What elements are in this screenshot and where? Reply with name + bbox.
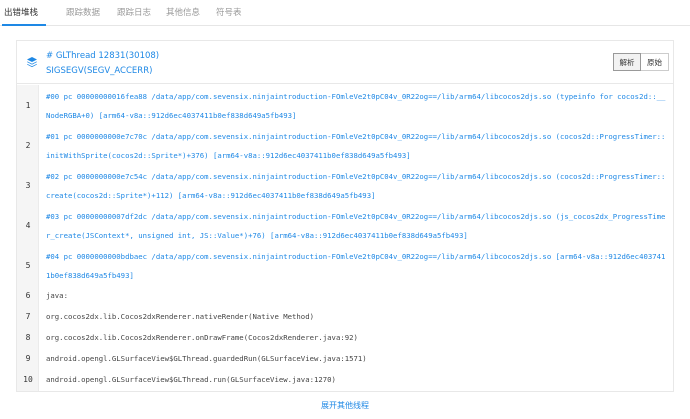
line-number: 5 [25, 260, 31, 270]
line-number: 2 [25, 140, 31, 150]
layers-icon [27, 57, 37, 68]
stack-frame-text: java: [46, 291, 68, 300]
stack-frame-text: #02 pc 0000000000e7c54c /data/app/com.se… [46, 172, 666, 200]
stack-frame-text: org.cocos2dx.lib.Cocos2dxRenderer.native… [46, 312, 314, 321]
stack-frame-text: org.cocos2dx.lib.Cocos2dxRenderer.onDraw… [46, 333, 358, 342]
tab-stack[interactable]: 出错堆栈 [4, 6, 38, 18]
raw-button[interactable]: 原始 [641, 53, 669, 71]
line-number: 8 [25, 333, 31, 342]
line-number: 9 [25, 354, 31, 363]
stack-frame-text: android.opengl.GLSurfaceView$GLThread.ru… [46, 375, 336, 384]
thread-header: # GLThread 12831(30108) SIGSEGV(SEGV_ACC… [17, 41, 673, 84]
active-tab-indicator [2, 24, 46, 26]
stack-frame-text: #01 pc 0000000000e7c70c /data/app/com.se… [46, 132, 666, 160]
tab-other-info[interactable]: 其他信息 [166, 6, 200, 18]
line-number: 7 [25, 312, 31, 321]
thread-panel: # GLThread 12831(30108) SIGSEGV(SEGV_ACC… [16, 40, 674, 392]
signal-label: SIGSEGV(SEGV_ACCERR) [46, 66, 153, 76]
line-number: 4 [25, 220, 31, 230]
expand-threads-link[interactable]: 展开其他线程 [0, 400, 690, 411]
stack-frame-text: android.opengl.GLSurfaceView$GLThread.gu… [46, 354, 367, 363]
tab-bar: 出错堆栈 跟踪数据 跟踪日志 其他信息 符号表 [0, 0, 690, 26]
parse-button[interactable]: 解析 [613, 53, 641, 71]
tab-trace-data[interactable]: 跟踪数据 [66, 6, 100, 18]
line-number: 1 [25, 100, 31, 110]
thread-title: # GLThread 12831(30108) [46, 51, 160, 61]
line-number: 6 [25, 291, 31, 300]
line-number: 3 [25, 180, 31, 190]
line-number: 10 [23, 375, 33, 384]
stack-frame-text: #03 pc 00000000007df2dc /data/app/com.se… [46, 212, 666, 240]
tab-symbols[interactable]: 符号表 [216, 6, 242, 18]
tab-trace-log[interactable]: 跟踪日志 [117, 6, 151, 18]
view-mode-toggle: 解析 原始 [613, 53, 669, 71]
stack-frame-text: #04 pc 0000000000bdbaec /data/app/com.se… [46, 252, 666, 280]
stack-frame-text: #00 pc 00000000016fea88 /data/app/com.se… [46, 92, 666, 120]
